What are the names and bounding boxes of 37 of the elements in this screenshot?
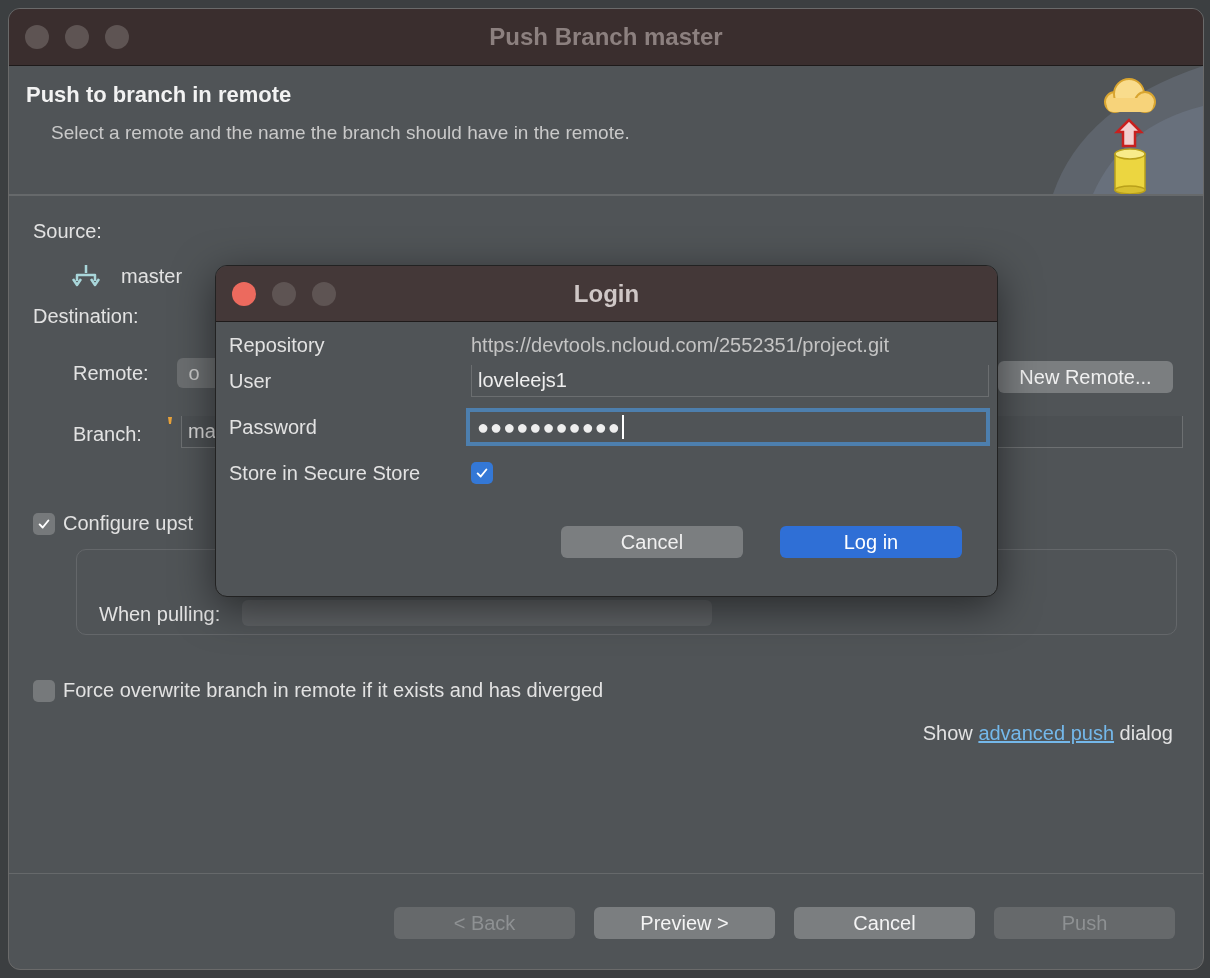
checkmark-icon [475, 466, 489, 480]
user-field[interactable]: loveleejs1 [471, 365, 989, 397]
destination-label: Destination: [33, 305, 139, 328]
checkbox-label: Configure upst [63, 512, 194, 535]
repository-url: https://devtools.ncloud.com/2552351/project.git [471, 332, 891, 358]
advanced-push-link[interactable]: advanced push [978, 722, 1115, 744]
page-description: Select a remote and the name the branch should have in the remote. [51, 122, 630, 144]
zoom-button[interactable] [105, 25, 129, 49]
close-button[interactable] [25, 25, 49, 49]
minimize-button[interactable] [272, 281, 296, 306]
cancel-button[interactable]: Cancel [561, 526, 743, 558]
close-button[interactable] [232, 281, 256, 306]
repository-label: Repository [229, 332, 326, 358]
password-field[interactable]: ●●●●●●●●●●● [466, 408, 990, 446]
window-title: Push Branch master [489, 23, 723, 51]
checkbox-label: Force overwrite branch in remote if it exists and has diverged [63, 679, 604, 702]
minimize-button[interactable] [65, 25, 89, 49]
wizard-button[interactable]: Cancel [794, 907, 975, 939]
new-remote-button[interactable]: New Remote... [998, 361, 1173, 393]
when-pulling-label: When pulling: [99, 603, 221, 626]
remote-label: Remote: [73, 361, 149, 385]
checkbox[interactable] [471, 462, 493, 484]
password-label: Password [229, 414, 318, 440]
zoom-button[interactable] [312, 281, 336, 306]
checkbox[interactable] [33, 512, 55, 535]
source-branch: master [121, 264, 183, 288]
dialog-title: Login [573, 279, 640, 308]
store-label: Store in Secure Store [229, 460, 422, 486]
branch-icon [71, 263, 101, 289]
login-button[interactable]: Log in [780, 526, 962, 558]
pull-mode-dropdown[interactable] [242, 600, 713, 626]
wizard-button[interactable]: Preview > [594, 907, 775, 939]
source-label: Source: [33, 220, 102, 243]
branch-label: Branch: [73, 422, 142, 446]
page-title: Push to branch in remote [26, 82, 292, 108]
advanced-push-sentence: Show advanced push dialog [922, 722, 1173, 744]
checkbox[interactable] [33, 679, 55, 702]
